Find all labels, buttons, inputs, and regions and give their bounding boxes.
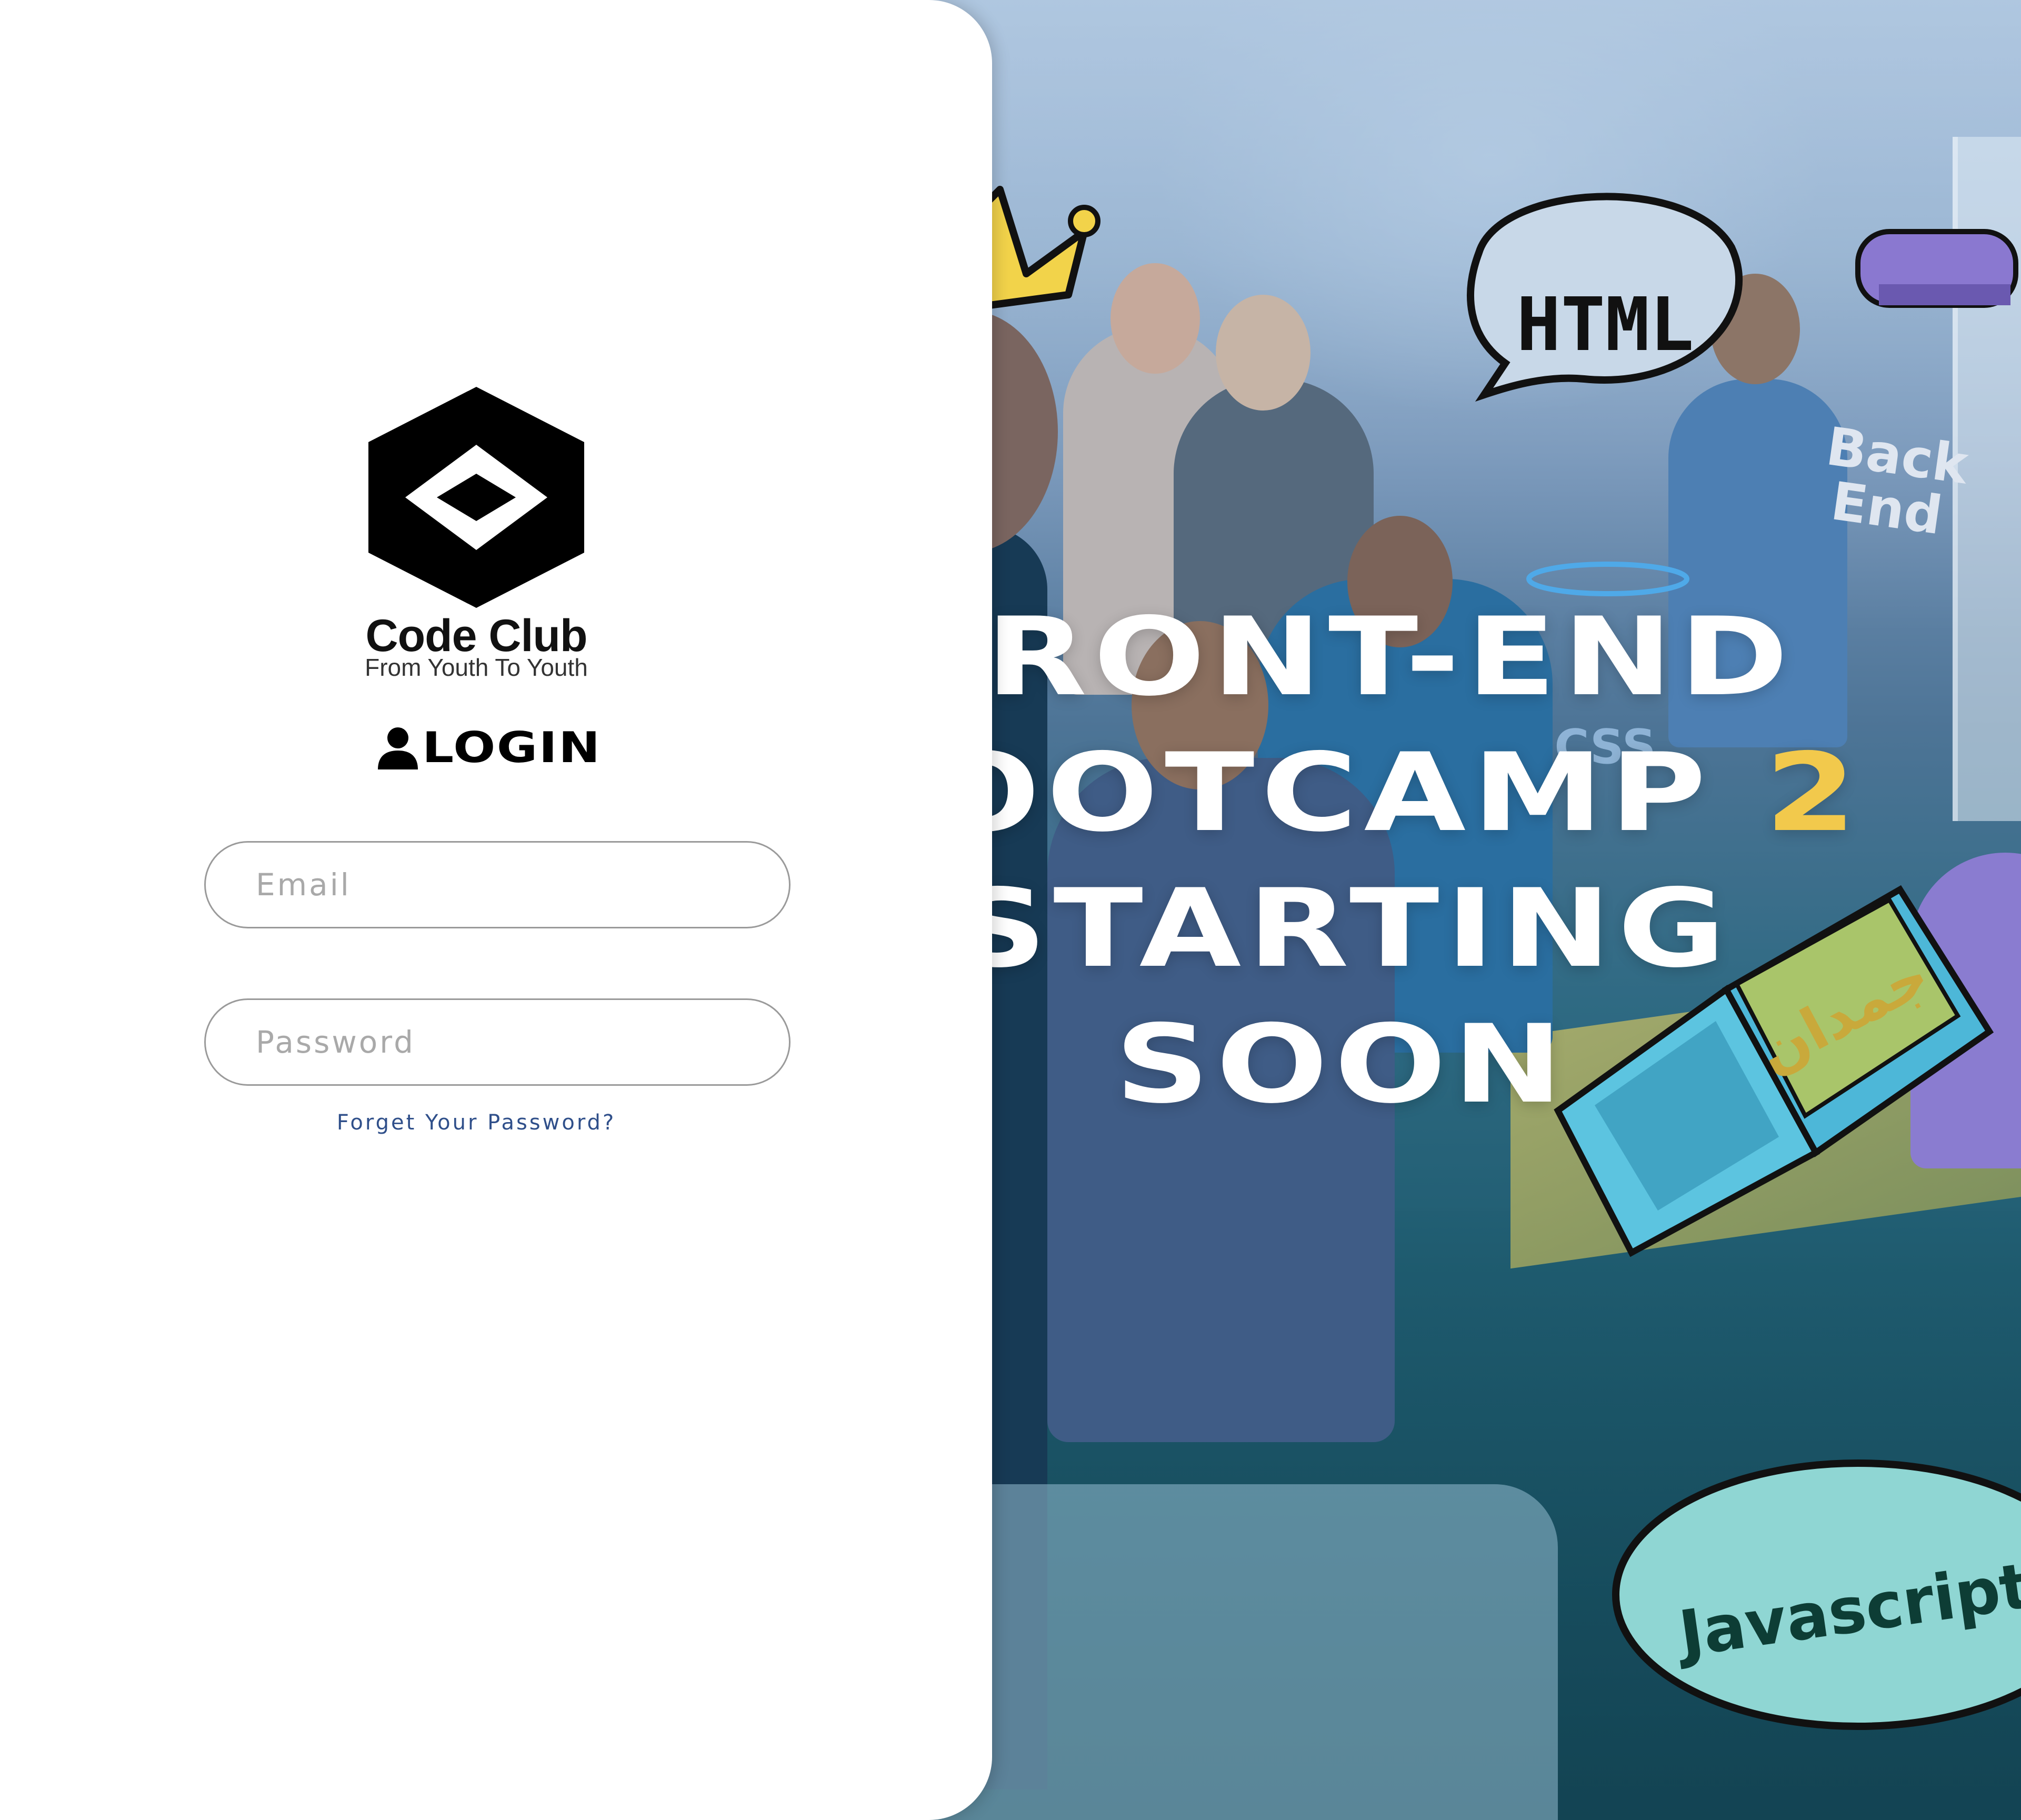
javascript-bubble: Javascript bbox=[1612, 1459, 2021, 1730]
login-page: HTML Back End CSS جمدان Javascript FRONT… bbox=[0, 0, 2021, 1820]
email-field[interactable] bbox=[204, 841, 791, 928]
html-bubble-text: HTML bbox=[1516, 282, 1694, 368]
user-icon bbox=[377, 727, 418, 769]
headline-line-3: STARTING bbox=[952, 866, 1733, 992]
headline-line-4: SOON bbox=[1115, 1002, 1569, 1127]
login-title: LOGIN bbox=[422, 723, 602, 772]
password-field[interactable] bbox=[204, 998, 791, 1086]
login-card: Code Club From Youth To Youth LOGIN Forg… bbox=[0, 0, 992, 1820]
hero-banner: HTML Back End CSS جمدان Javascript FRONT… bbox=[911, 0, 2021, 1820]
forgot-password-link[interactable]: Forget Your Password? bbox=[316, 1111, 637, 1135]
login-heading: LOGIN bbox=[358, 721, 605, 774]
headline-line-2-main: BOOTCAMP bbox=[911, 731, 1765, 856]
beanie-icon bbox=[1855, 229, 2018, 308]
headline-line-1: FRONT-END bbox=[911, 595, 1795, 720]
headline-line-2: BOOTCAMP 2 bbox=[911, 725, 1868, 861]
html-bubble: HTML bbox=[1467, 193, 1743, 402]
brand-tagline: From Youth To Youth bbox=[365, 654, 588, 681]
headline-line-2-accent: 2 bbox=[1765, 731, 1863, 856]
bootcamp-headline: FRONT-END BOOTCAMP 2 STARTING SOON bbox=[911, 589, 1856, 1133]
code-club-logo bbox=[368, 387, 584, 608]
